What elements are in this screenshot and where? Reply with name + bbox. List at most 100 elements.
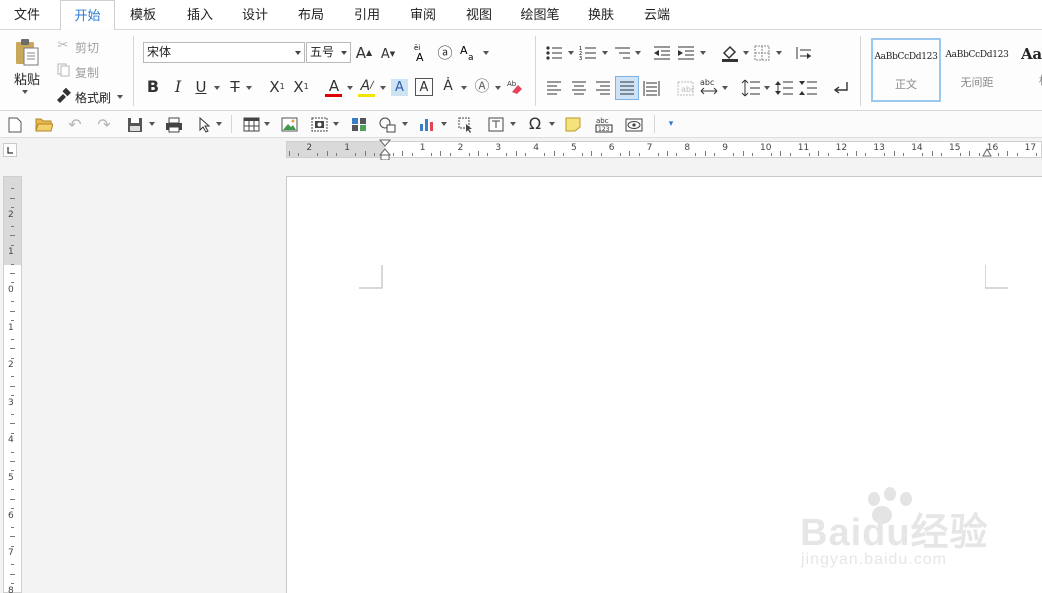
- align-center-icon[interactable]: [570, 79, 588, 97]
- save-dropdown-arrow[interactable]: [149, 122, 155, 126]
- shapes-dropdown-arrow[interactable]: [402, 122, 408, 126]
- horizontal-ruler[interactable]: 2 1 1 2 3 4 5 6 7 8 9 10 11 12 13 14 15 16 17: [286, 141, 1042, 158]
- select-pointer-icon[interactable]: [197, 116, 213, 133]
- scissors-icon[interactable]: ✂: [56, 38, 70, 52]
- save-icon[interactable]: [126, 116, 144, 133]
- text-direction-icon[interactable]: [795, 44, 813, 62]
- copy-icon[interactable]: [56, 63, 70, 77]
- text-effect-dropdown-arrow[interactable]: [495, 86, 501, 90]
- select-dropdown-arrow[interactable]: [216, 122, 222, 126]
- vertical-ruler[interactable]: 2 1 0 1 2 3 4 5 6 7 8: [3, 176, 22, 593]
- numbering-icon[interactable]: 123: [579, 44, 597, 62]
- table-dropdown-arrow[interactable]: [264, 122, 270, 126]
- chart-dropdown-arrow[interactable]: [441, 122, 447, 126]
- paste-icon[interactable]: [12, 36, 42, 68]
- undo-icon[interactable]: ↶: [66, 116, 84, 133]
- enclosed-character-icon[interactable]: ⓐ: [436, 44, 454, 62]
- character-scale-icon[interactable]: abc: [676, 79, 694, 97]
- print-icon[interactable]: [164, 116, 184, 133]
- menu-design[interactable]: 设计: [232, 0, 278, 30]
- borders-icon[interactable]: [753, 44, 771, 62]
- strikethrough-dropdown-arrow[interactable]: [246, 86, 252, 90]
- underline-dropdown-arrow[interactable]: [214, 86, 220, 90]
- bullets-dropdown-arrow[interactable]: [568, 51, 574, 55]
- paste-dropdown-arrow[interactable]: [22, 90, 28, 94]
- tab-selector-button[interactable]: [3, 143, 17, 157]
- menu-cloud[interactable]: 云端: [634, 0, 680, 30]
- reading-view-icon[interactable]: [624, 116, 644, 133]
- decrease-indent-icon[interactable]: [653, 44, 671, 62]
- phonetic-guide-icon[interactable]: ēi A: [412, 42, 430, 64]
- strikethrough-icon[interactable]: T: [227, 78, 243, 96]
- picture-icon[interactable]: [280, 116, 298, 133]
- italic-icon[interactable]: I: [170, 78, 186, 96]
- shading-dropdown-arrow[interactable]: [743, 51, 749, 55]
- align-left-icon[interactable]: [545, 79, 563, 97]
- chart-icon[interactable]: [418, 116, 436, 133]
- paste-label[interactable]: 粘贴: [14, 69, 40, 88]
- shrink-font-icon[interactable]: A ▼: [379, 45, 397, 63]
- format-painter-icon[interactable]: [55, 87, 71, 103]
- omega-symbol-icon[interactable]: Ω: [525, 115, 545, 133]
- format-painter-label[interactable]: 格式刷: [75, 89, 111, 106]
- picture-grid-icon[interactable]: [350, 116, 368, 133]
- increase-indent-icon[interactable]: [677, 44, 695, 62]
- line-spacing-dropdown-arrow[interactable]: [764, 86, 770, 90]
- symbol-dropdown-arrow[interactable]: [549, 122, 555, 126]
- change-case-dropdown-arrow[interactable]: [483, 51, 489, 55]
- menu-home[interactable]: 开始: [60, 0, 115, 31]
- emphasis-dropdown-arrow[interactable]: [461, 86, 467, 90]
- menu-template[interactable]: 模板: [120, 0, 166, 30]
- open-folder-icon[interactable]: [35, 116, 53, 133]
- indent-marker-icon[interactable]: [379, 139, 391, 161]
- format-painter-dropdown-arrow[interactable]: [117, 95, 123, 99]
- word-count-icon[interactable]: abc 123: [594, 115, 614, 133]
- menu-references[interactable]: 引用: [344, 0, 390, 30]
- emphasis-mark-icon[interactable]: Ȧ: [440, 76, 456, 96]
- distributed-align-icon[interactable]: [642, 79, 660, 97]
- font-color-dropdown-arrow[interactable]: [347, 86, 353, 90]
- align-right-icon[interactable]: [594, 79, 612, 97]
- menu-insert[interactable]: 插入: [177, 0, 223, 30]
- borders-dropdown-arrow[interactable]: [776, 51, 782, 55]
- redo-icon[interactable]: ↷: [95, 116, 113, 133]
- justify-icon[interactable]: [615, 76, 639, 100]
- screenshot-icon[interactable]: [310, 116, 328, 133]
- style-no-spacing[interactable]: AaBbCcDd123 无间距: [942, 38, 1012, 102]
- copy-label[interactable]: 复制: [75, 64, 99, 81]
- menu-layout[interactable]: 布局: [288, 0, 334, 30]
- character-spacing-icon[interactable]: abc: [699, 77, 719, 97]
- font-name-combo[interactable]: 宋体: [143, 42, 305, 63]
- highlight-icon[interactable]: A ∕: [358, 76, 376, 96]
- new-document-icon[interactable]: [7, 116, 23, 133]
- cut-label[interactable]: 剪切: [75, 39, 99, 56]
- style-normal[interactable]: AaBbCcDd123 正文: [871, 38, 941, 102]
- menu-drawing-pen[interactable]: 绘图笔: [512, 0, 568, 30]
- multilevel-list-icon[interactable]: [613, 44, 631, 62]
- paragraph-spacing-after-icon[interactable]: [798, 78, 818, 98]
- customize-toolbar-icon[interactable]: ▾: [664, 116, 678, 133]
- comment-note-icon[interactable]: [564, 116, 582, 133]
- show-paragraph-marks-icon[interactable]: [832, 79, 850, 97]
- menu-skin[interactable]: 换肤: [578, 0, 624, 30]
- superscript-icon[interactable]: X1: [291, 78, 311, 96]
- character-spacing-dropdown-arrow[interactable]: [722, 86, 728, 90]
- menu-file[interactable]: 文件: [5, 0, 49, 30]
- character-border-icon[interactable]: A: [415, 78, 433, 96]
- line-spacing-icon[interactable]: [741, 78, 761, 98]
- table-icon[interactable]: [242, 116, 260, 133]
- font-color-icon[interactable]: A: [325, 76, 343, 96]
- menu-view[interactable]: 视图: [456, 0, 502, 30]
- numbering-dropdown-arrow[interactable]: [602, 51, 608, 55]
- text-effect-icon[interactable]: Ⓐ: [473, 77, 491, 96]
- bullets-icon[interactable]: [545, 44, 563, 62]
- paragraph-spacing-before-icon[interactable]: [774, 78, 794, 98]
- shapes-icon[interactable]: [378, 116, 398, 133]
- text-box-icon[interactable]: [487, 116, 505, 133]
- right-indent-marker-icon[interactable]: [982, 148, 992, 158]
- font-size-combo[interactable]: 五号: [306, 42, 351, 63]
- subscript-icon[interactable]: X1: [267, 78, 287, 96]
- select-objects-icon[interactable]: [457, 116, 475, 133]
- underline-icon[interactable]: U: [193, 78, 209, 96]
- style-heading[interactable]: AaB 标: [1013, 38, 1042, 102]
